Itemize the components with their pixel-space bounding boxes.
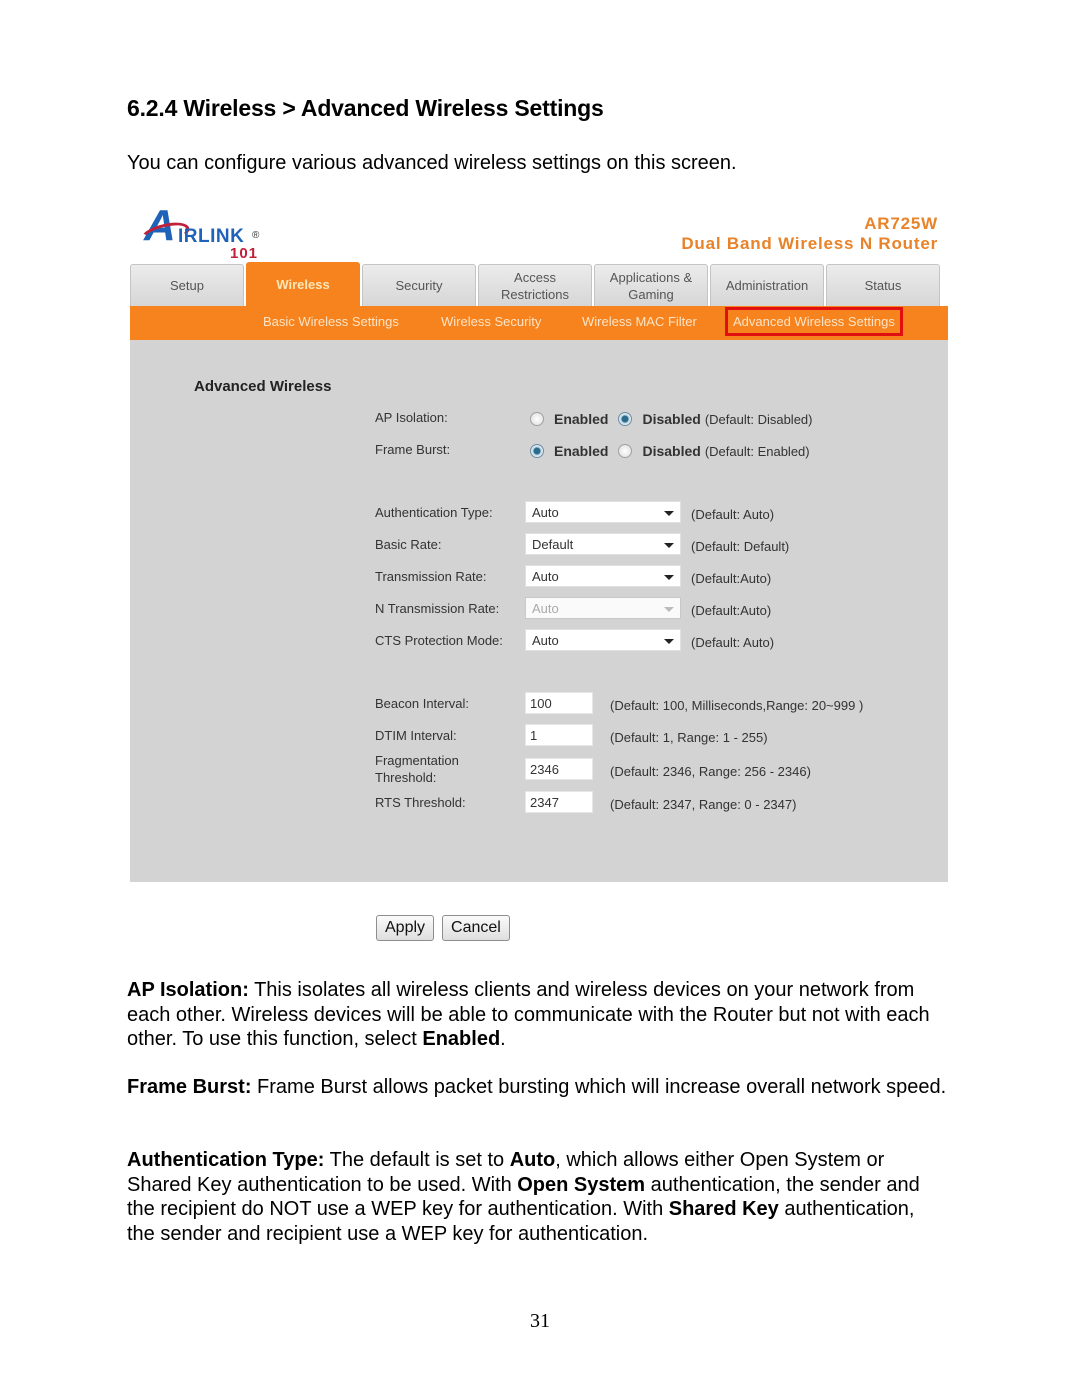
router-screenshot: A IRLINK ® 101 AR725W Dual Band Wireless…	[130, 200, 948, 882]
settings-panel: Advanced Wireless AP Isolation: Enabled …	[130, 340, 948, 882]
dropdown-arrow-icon	[664, 575, 674, 580]
tab-administration[interactable]: Administration	[710, 264, 824, 306]
frame-burst-description: Frame Burst: Frame Burst allows packet b…	[127, 1075, 947, 1100]
frame-burst-label: Frame Burst:	[375, 442, 451, 457]
auth-type-description: Authentication Type: The default is set …	[127, 1148, 947, 1246]
frame-burst-disabled-label: Disabled	[642, 443, 701, 459]
logo-101: 101	[230, 245, 259, 262]
tx-rate-default: (Default:Auto)	[691, 571, 772, 586]
product-name: Dual Band Wireless N Router	[681, 234, 938, 253]
auth-type-label: Authentication Type:	[375, 505, 493, 520]
ap-isolation-label: AP Isolation:	[375, 410, 448, 425]
model-number: AR725W	[864, 214, 938, 233]
dropdown-arrow-icon	[664, 639, 674, 644]
tab-access-restrictions[interactable]: Access Restrictions	[478, 264, 592, 306]
cts-mode-value: Auto	[532, 633, 559, 648]
dtim-interval-label: DTIM Interval:	[375, 728, 457, 743]
auth-type-select[interactable]: Auto	[525, 501, 681, 523]
section-heading: 6.2.4 Wireless > Advanced Wireless Setti…	[127, 95, 604, 121]
basic-rate-label: Basic Rate:	[375, 537, 442, 552]
dtim-interval-hint: (Default: 1, Range: 1 - 255)	[610, 730, 768, 745]
basic-rate-value: Default	[532, 537, 574, 552]
registered-mark: ®	[252, 230, 260, 241]
frag-threshold-label-line2: Threshold:	[375, 770, 437, 785]
tab-security[interactable]: Security	[362, 264, 476, 306]
term: AP Isolation:	[127, 979, 249, 1001]
desc-bold: Open System	[517, 1173, 646, 1196]
auth-type-value: Auto	[532, 505, 559, 520]
desc-text: Frame Burst allows packet bursting which…	[251, 1076, 947, 1098]
tx-rate-select[interactable]: Auto	[525, 565, 681, 587]
sub-navigation: Basic Wireless Settings Wireless Securit…	[130, 306, 948, 340]
beacon-interval-label: Beacon Interval:	[375, 696, 469, 711]
n-tx-rate-label: N Transmission Rate:	[375, 601, 500, 616]
cts-mode-label: CTS Protection Mode:	[375, 633, 503, 648]
main-tabs: Setup Wireless Security Access Restricti…	[130, 262, 948, 306]
frag-threshold-input[interactable]	[525, 758, 593, 780]
frame-burst-enabled-label: Enabled	[554, 443, 609, 459]
cancel-button[interactable]: Cancel	[442, 915, 510, 941]
basic-rate-select[interactable]: Default	[525, 533, 681, 555]
n-tx-rate-select: Auto	[525, 597, 681, 619]
beacon-interval-hint: (Default: 100, Milliseconds,Range: 20~99…	[610, 698, 864, 713]
frame-burst-default: (Default: Enabled)	[704, 443, 810, 459]
desc-bold: Shared Key	[668, 1198, 779, 1220]
subnav-wireless-security[interactable]: Wireless Security	[441, 314, 541, 329]
tx-rate-value: Auto	[532, 569, 559, 584]
term: Frame Burst:	[127, 1076, 252, 1098]
subnav-wireless-mac-filter[interactable]: Wireless MAC Filter	[582, 314, 697, 329]
tab-wireless[interactable]: Wireless	[246, 262, 360, 306]
subnav-advanced-wireless-settings[interactable]: Advanced Wireless Settings	[725, 307, 903, 336]
term: Authentication Type:	[127, 1149, 325, 1171]
frame-burst-radio-group: Enabled Disabled (Default: Enabled)	[530, 443, 810, 459]
ap-isolation-description: AP Isolation: This isolates all wireless…	[127, 978, 947, 1052]
rts-threshold-label: RTS Threshold:	[375, 795, 466, 810]
rts-threshold-input[interactable]	[525, 791, 593, 813]
tab-status[interactable]: Status	[826, 264, 940, 306]
basic-rate-default: (Default: Default)	[691, 539, 790, 554]
auth-type-default: (Default: Auto)	[691, 507, 775, 522]
dtim-interval-input[interactable]	[525, 724, 593, 746]
ap-isolation-radio-group: Enabled Disabled (Default: Disabled)	[530, 411, 812, 427]
n-tx-rate-value: Auto	[532, 601, 559, 616]
dropdown-arrow-icon	[664, 511, 674, 516]
intro-text: You can configure various advanced wirel…	[127, 152, 737, 174]
desc-text: .	[500, 1028, 506, 1050]
form-buttons: Apply Cancel	[376, 915, 510, 941]
beacon-interval-input[interactable]	[525, 692, 593, 714]
ap-isolation-enabled-label: Enabled	[554, 411, 609, 427]
frag-threshold-label-line1: Fragmentation	[375, 753, 459, 768]
desc-bold: Auto	[509, 1149, 556, 1171]
rts-threshold-hint: (Default: 2347, Range: 0 - 2347)	[610, 797, 797, 812]
ap-isolation-enabled-radio[interactable]	[530, 412, 544, 426]
tab-setup[interactable]: Setup	[130, 264, 244, 306]
tab-applications-gaming[interactable]: Applications & Gaming	[594, 264, 708, 306]
dropdown-arrow-icon	[664, 607, 674, 612]
dropdown-arrow-icon	[664, 543, 674, 548]
n-tx-rate-default: (Default:Auto)	[691, 603, 772, 618]
desc-text: The default is set to	[324, 1149, 510, 1171]
ap-isolation-default: (Default: Disabled)	[704, 411, 813, 427]
frag-threshold-label: Fragmentation Threshold:	[375, 752, 459, 786]
page-number: 31	[530, 1310, 550, 1332]
frame-burst-disabled-radio[interactable]	[618, 444, 633, 458]
frame-burst-enabled-radio[interactable]	[530, 444, 544, 458]
airlink-logo: A IRLINK ® 101	[138, 204, 274, 262]
tx-rate-label: Transmission Rate:	[375, 569, 487, 584]
section-title: Advanced Wireless	[194, 378, 332, 395]
ap-isolation-disabled-label: Disabled	[642, 411, 701, 427]
apply-button[interactable]: Apply	[376, 915, 435, 941]
ap-isolation-disabled-radio[interactable]	[618, 412, 633, 426]
cts-mode-default: (Default: Auto)	[691, 635, 775, 650]
subnav-basic-wireless-settings[interactable]: Basic Wireless Settings	[263, 314, 399, 329]
cts-mode-select[interactable]: Auto	[525, 629, 681, 651]
desc-bold: Enabled	[422, 1028, 501, 1050]
frag-threshold-hint: (Default: 2346, Range: 256 - 2346)	[610, 764, 811, 779]
